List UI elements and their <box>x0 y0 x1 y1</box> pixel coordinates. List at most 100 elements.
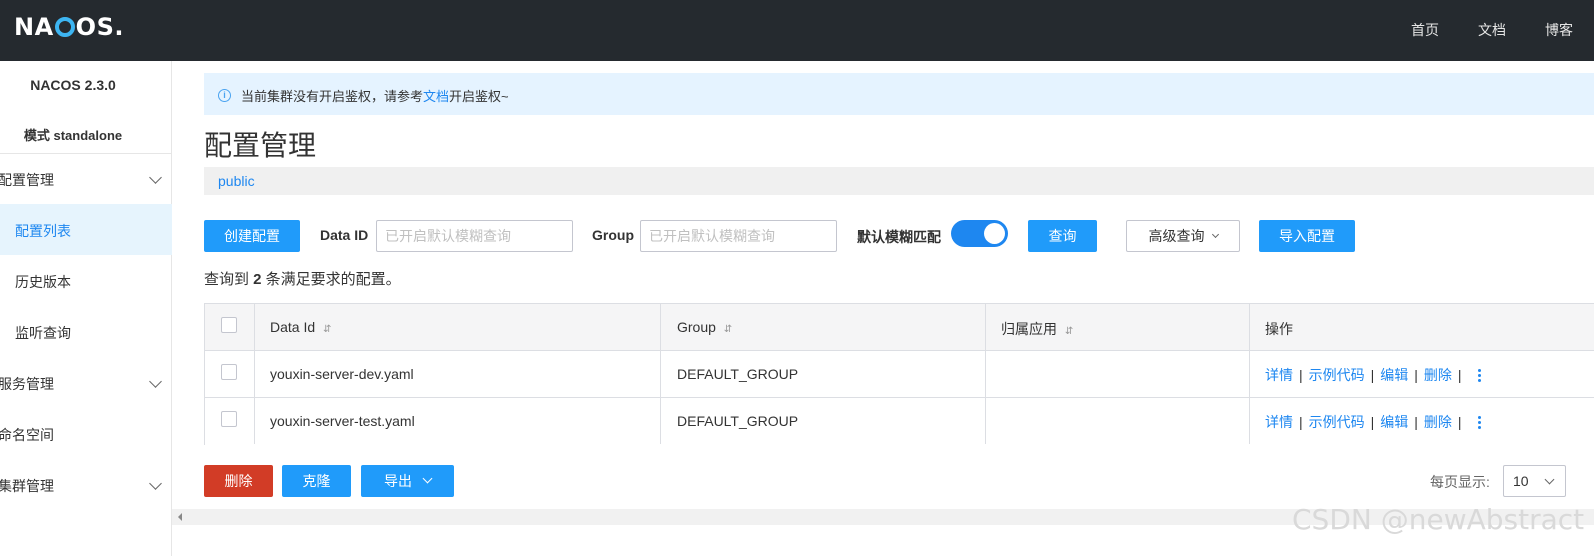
advanced-query-button[interactable]: 高级查询 <box>1126 220 1240 252</box>
advanced-query-label: 高级查询 <box>1148 228 1205 244</box>
sample-code-link[interactable]: 示例代码 <box>1309 365 1365 385</box>
data-id-input[interactable]: 已开启默认模糊查询 <box>376 220 573 252</box>
clone-button[interactable]: 克隆 <box>282 465 351 497</box>
row-actions: 详情 | 示例代码 | 编辑 | 删除 | <box>1265 365 1481 385</box>
delete-link[interactable]: 删除 <box>1424 412 1452 432</box>
query-button[interactable]: 查询 <box>1028 220 1097 252</box>
nav-blog[interactable]: 博客 <box>1545 20 1573 40</box>
header-group-label: Group <box>677 319 716 335</box>
logo-text-end: OS. <box>75 13 124 41</box>
chevron-down-icon <box>1211 230 1219 238</box>
toggle-knob <box>984 223 1005 244</box>
sidebar-item-namespace[interactable]: 命名空间 <box>0 408 172 459</box>
sidebar-item-history[interactable]: 历史版本 <box>0 255 172 306</box>
chevron-down-icon <box>149 375 162 388</box>
column-divider <box>985 304 986 444</box>
select-all-checkbox[interactable] <box>221 317 237 333</box>
alert-text: 当前集群没有开启鉴权，请参考文档开启鉴权~ <box>241 86 509 105</box>
chevron-down-icon <box>1544 474 1555 485</box>
sidebar: NACOS 2.3.0 模式 standalone 配置管理 配置列表 历史版本… <box>0 61 172 556</box>
alert-docs-link[interactable]: 文档 <box>423 89 449 104</box>
chevron-down-icon <box>149 477 162 490</box>
result-count: 2 <box>253 271 262 288</box>
delete-link[interactable]: 删除 <box>1424 365 1452 385</box>
data-id-label: Data ID <box>320 227 369 243</box>
alert-prefix: 当前集群没有开启鉴权，请参考 <box>241 89 424 104</box>
result-summary: 查询到 2 条满足要求的配置。 <box>204 268 401 289</box>
page-size-label: 每页显示: <box>1430 474 1490 490</box>
action-separator: | <box>1370 414 1375 430</box>
sidebar-item-label: 历史版本 <box>15 274 71 290</box>
chevron-down-icon <box>422 473 433 483</box>
namespace-public-link[interactable]: public <box>218 173 255 189</box>
export-label: 导出 <box>384 473 412 489</box>
page-title: 配置管理 <box>204 130 317 161</box>
row-data-id: youxin-server-test.yaml <box>270 413 415 429</box>
config-table: Data Id ⇵ Group ⇵ 归属应用 ⇵ 操作 youxin-server-d… <box>204 303 1594 445</box>
sort-icon[interactable]: ⇵ <box>724 324 732 335</box>
action-separator: | <box>1414 367 1418 383</box>
sort-icon[interactable]: ⇵ <box>1065 326 1073 337</box>
detail-link[interactable]: 详情 <box>1265 365 1293 385</box>
mode-label: 模式 standalone <box>23 128 123 143</box>
edit-link[interactable]: 编辑 <box>1380 365 1408 385</box>
header-group[interactable]: Group ⇵ <box>677 319 732 335</box>
sidebar-item-service-management[interactable]: 服务管理 <box>0 357 172 408</box>
table-row: youxin-server-test.yaml DEFAULT_GROUP 详情… <box>205 398 1594 445</box>
action-separator: | <box>1457 367 1462 383</box>
sidebar-item-config-management[interactable]: 配置管理 <box>0 153 172 204</box>
row-group: DEFAULT_GROUP <box>677 413 799 429</box>
action-separator: | <box>1370 367 1375 383</box>
version-label: NACOS 2.3.0 <box>30 77 116 93</box>
sidebar-item-label: 集群管理 <box>0 478 54 494</box>
header-app-label: 归属应用 <box>1001 321 1057 337</box>
more-actions-icon[interactable] <box>1477 415 1481 429</box>
table-header: Data Id ⇵ Group ⇵ 归属应用 ⇵ 操作 <box>205 304 1594 351</box>
nacos-logo[interactable]: NA OS. <box>14 13 124 41</box>
detail-link[interactable]: 详情 <box>1265 412 1293 432</box>
nav-docs[interactable]: 文档 <box>1478 20 1506 40</box>
nav-home[interactable]: 首页 <box>1411 20 1439 40</box>
header-actions: 操作 <box>1265 321 1293 337</box>
logo-ring-icon <box>54 17 75 37</box>
row-checkbox[interactable] <box>221 411 237 427</box>
column-divider <box>254 304 255 444</box>
sidebar-item-listener-query[interactable]: 监听查询 <box>0 306 172 357</box>
top-navbar: NA OS. 首页 文档 博客 <box>0 0 1594 61</box>
batch-delete-button[interactable]: 删除 <box>204 465 273 497</box>
row-actions: 详情 | 示例代码 | 编辑 | 删除 | <box>1265 412 1481 432</box>
watermark: CSDN @newAbstract <box>1292 503 1585 536</box>
chevron-down-icon <box>149 171 162 184</box>
header-data-id[interactable]: Data Id ⇵ <box>270 319 332 335</box>
namespace-bar: public <box>204 167 1594 195</box>
sample-code-link[interactable]: 示例代码 <box>1309 412 1365 432</box>
sidebar-item-label: 命名空间 <box>0 427 54 443</box>
export-button[interactable]: 导出 <box>361 465 454 497</box>
row-group: DEFAULT_GROUP <box>677 366 799 382</box>
scroll-left-arrow-icon[interactable] <box>178 513 182 521</box>
sort-icon[interactable]: ⇵ <box>323 324 331 335</box>
header-data-id-label: Data Id <box>270 319 316 335</box>
sidebar-item-config-list[interactable]: 配置列表 <box>0 204 172 255</box>
edit-link[interactable]: 编辑 <box>1380 412 1408 432</box>
fuzzy-match-label: 默认模糊匹配 <box>857 229 941 245</box>
fuzzy-match-toggle[interactable] <box>951 220 1008 247</box>
import-config-button[interactable]: 导入配置 <box>1259 220 1355 252</box>
create-config-button[interactable]: 创建配置 <box>204 220 300 252</box>
page-size-select[interactable]: 10 <box>1503 465 1566 497</box>
table-row: youxin-server-dev.yaml DEFAULT_GROUP 详情 |… <box>205 351 1594 398</box>
action-separator: | <box>1299 414 1303 430</box>
more-actions-icon[interactable] <box>1477 368 1481 382</box>
header-app[interactable]: 归属应用 ⇵ <box>1001 319 1073 339</box>
sidebar-item-cluster-management[interactable]: 集群管理 <box>0 459 172 510</box>
sidebar-item-label: 配置管理 <box>0 172 54 188</box>
result-suffix: 条满足要求的配置。 <box>261 271 401 288</box>
row-checkbox[interactable] <box>221 364 237 380</box>
sidebar-item-label: 监听查询 <box>15 325 71 341</box>
group-input[interactable]: 已开启默认模糊查询 <box>640 220 837 252</box>
group-label: Group <box>592 227 634 243</box>
action-separator: | <box>1299 367 1303 383</box>
column-divider <box>1249 304 1250 444</box>
auth-alert: i 当前集群没有开启鉴权，请参考文档开启鉴权~ <box>204 73 1594 115</box>
sidebar-item-label: 服务管理 <box>0 376 54 392</box>
